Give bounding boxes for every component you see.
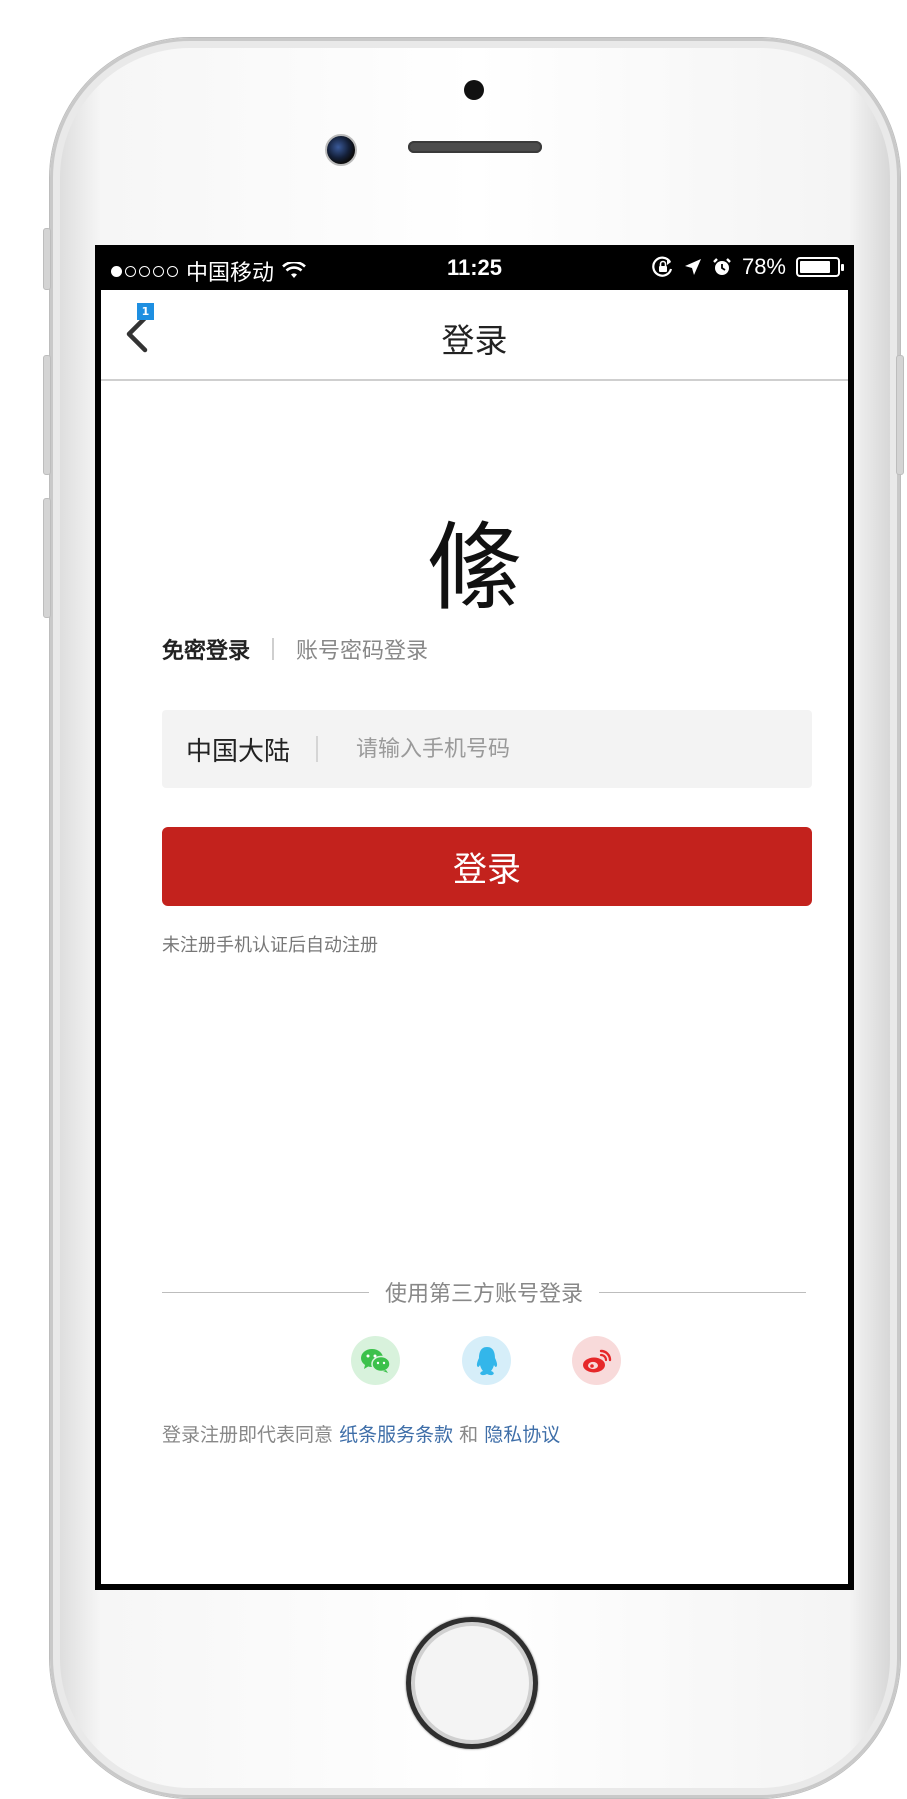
- earpiece-speaker: [408, 141, 542, 153]
- battery-icon: [796, 257, 844, 277]
- wechat-icon: [360, 1348, 391, 1373]
- wechat-login-button[interactable]: [351, 1336, 400, 1385]
- weibo-icon: [582, 1349, 611, 1372]
- login-mode-tabs: 免密登录 账号密码登录: [162, 633, 428, 665]
- proximity-sensor: [464, 80, 484, 100]
- location-arrow-icon: [684, 259, 701, 275]
- status-bar: 中国移动 11:25 78%: [95, 245, 854, 290]
- tab-account-password-login[interactable]: 账号密码登录: [296, 633, 428, 665]
- tab-divider: [272, 638, 275, 660]
- home-button[interactable]: [406, 1617, 538, 1749]
- divider-line-right: [599, 1291, 807, 1293]
- alarm-clock-icon: [713, 258, 731, 275]
- auto-register-note: 未注册手机认证后自动注册: [162, 935, 378, 956]
- region-selector[interactable]: 中国大陆: [186, 731, 290, 768]
- third-party-label: 使用第三方账号登录: [385, 1282, 584, 1307]
- third-party-divider: 使用第三方账号登录: [162, 1277, 807, 1307]
- divider-line-left: [162, 1291, 369, 1293]
- qq-icon: [476, 1346, 497, 1375]
- phone-number-input[interactable]: [354, 735, 812, 763]
- volume-down-button: [43, 498, 51, 618]
- terms-agreement: 登录注册即代表同意 纸条服务条款 和 隐私协议: [162, 1420, 560, 1447]
- mute-switch: [43, 228, 51, 290]
- field-divider: [316, 736, 319, 762]
- phone-number-field: 中国大陆: [162, 710, 812, 788]
- volume-up-button: [43, 355, 51, 475]
- tab-passwordless-login[interactable]: 免密登录: [162, 633, 250, 665]
- service-terms-link[interactable]: 纸条服务条款: [339, 1424, 453, 1446]
- login-button[interactable]: 登录: [162, 827, 812, 906]
- front-camera: [325, 134, 357, 166]
- terms-prefix: 登录注册即代表同意: [162, 1424, 334, 1446]
- battery-percent: 78%: [741, 254, 786, 279]
- weibo-login-button[interactable]: [572, 1336, 621, 1385]
- rotation-lock-icon: [652, 256, 673, 277]
- login-page: 1 登录 絛 免密登录 账号密码登录 中国大陆 登录 未注册手机认证后自动注册 …: [101, 290, 848, 1584]
- qq-login-button[interactable]: [462, 1336, 511, 1385]
- app-logo: 絛: [426, 512, 523, 624]
- terms-and: 和: [459, 1424, 479, 1446]
- nav-bar: 1 登录: [101, 290, 848, 381]
- power-button: [896, 355, 904, 475]
- phone-screen: 中国移动 11:25 78% 1 登录 絛 免密登录 账号密码登录 中国大陆 请…: [95, 245, 854, 1590]
- privacy-policy-link[interactable]: 隐私协议: [484, 1424, 560, 1446]
- page-title: 登录: [441, 321, 508, 360]
